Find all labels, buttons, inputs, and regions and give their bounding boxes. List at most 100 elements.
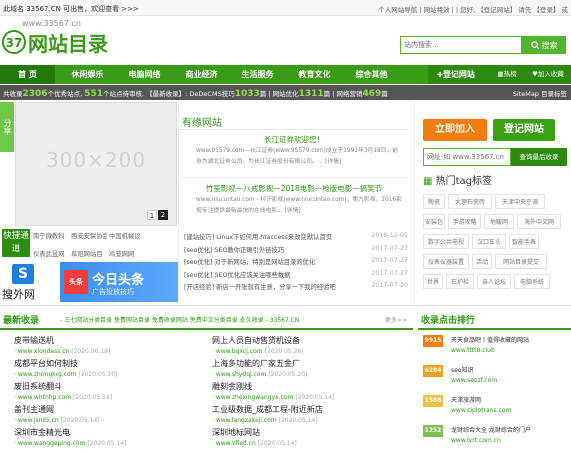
site-name[interactable]: 网上人员自动售货机设备 — [212, 335, 402, 346]
tag[interactable]: 海外中文网 — [517, 214, 561, 229]
ranking-site-name[interactable]: 龙财综合大全 龙财综合的门户 — [451, 425, 531, 434]
site-url-text[interactable]: www.langzakeji.com — [216, 417, 277, 424]
tag[interactable]: 陶瓷 — [423, 194, 445, 209]
site-url-text[interactable]: www.jsnil5.cn — [18, 417, 59, 424]
tag[interactable]: 电脑系统 — [514, 274, 550, 289]
site-url-text[interactable]: www.shydqj.com — [216, 371, 267, 378]
site-name[interactable]: 废旧系统翻斗 — [14, 381, 204, 392]
site-name[interactable]: 上海多功能的厂家五金厂 — [212, 358, 402, 369]
tag[interactable]: 智能手表 — [509, 234, 539, 249]
nav-item-life[interactable]: 生活服务 — [230, 65, 285, 84]
site-entry[interactable]: 深圳市金精光电 · www.wanggeping.com [2020.05.14… — [14, 427, 204, 447]
site-name[interactable]: 成都平台如何制技 — [14, 358, 204, 369]
nav-hot-link[interactable]: ▦热榜 — [494, 65, 520, 84]
nav-favorite-link[interactable]: ♥加入收藏 — [528, 65, 568, 84]
stats-right-links[interactable]: SiteMap 目录标签 — [513, 88, 567, 98]
register-site-button[interactable]: 登记网站 — [493, 119, 555, 141]
site-name[interactable]: 深圳地标网站 — [212, 427, 402, 438]
site-url-text[interactable]: www.wanggeping.com — [18, 440, 86, 447]
list-item-title[interactable]: [建站技巧] Linux下如何用.htaccess来改变默认首页 — [184, 232, 332, 241]
slide-dot-1[interactable]: 1 — [147, 210, 157, 220]
tag[interactable]: 世界 — [423, 274, 443, 289]
site-url-text[interactable]: www.whtnhp.com — [18, 394, 71, 401]
nav-item-entertainment[interactable]: 休闲娱乐 — [60, 65, 115, 84]
list-item[interactable]: [seo优化] SEO教你正确引外链技巧 2017-07-27 — [180, 243, 410, 256]
quick-link[interactable]: 鸡笼网网 — [109, 248, 145, 261]
nav-item-home[interactable]: 首 页 — [0, 65, 55, 84]
tag[interactable]: 活动 — [472, 254, 492, 269]
list-item-title[interactable]: [开店经验] 新店一开张就有生意，分享一下我的经验吧 — [184, 282, 336, 291]
site-entry[interactable]: 工业级数据_成都工程-附近新店 · www.langzakeji.com [20… — [212, 404, 402, 424]
rank-query-input[interactable] — [423, 148, 511, 166]
featured-article-title[interactable]: 竹笙影视—八戒影视—2018电影—枪版电影—搞笑节 — [180, 183, 408, 194]
site-name[interactable]: 盖刊主通网 — [14, 404, 204, 415]
nav-item-other[interactable]: 综合其他 — [344, 65, 399, 84]
site-url-text[interactable]: www.zhongkrg.com — [18, 371, 77, 378]
site-entry[interactable]: 雕刻金刚线 · www.zhexingwangye.com [2020.05.1… — [212, 381, 402, 401]
rank-query-button[interactable]: 查询最后收录 — [511, 148, 567, 166]
list-item[interactable]: [seo优化] SEO优化应该关注哪些数据 2017-07-27 — [180, 268, 410, 281]
site-name[interactable]: 工业级数据_成都工程-附近新店 — [212, 404, 402, 415]
slide-dot-2[interactable]: 2 — [158, 210, 168, 220]
site-entry[interactable]: 深圳地标网站 · www.vfled.cn [2020.05.14] — [212, 427, 402, 447]
toutiao-ad[interactable]: 头条 今日头条 广告投放技巧 — [60, 262, 178, 302]
quick-link[interactable]: 阜阳网站目 — [71, 248, 107, 261]
tag[interactable]: 汉口车头 — [472, 234, 506, 249]
site-entry[interactable]: 皮带输送机 · www.xiondass.cn [2020.06.18] — [14, 335, 204, 355]
featured-article-title[interactable]: 长江证券欢迎您！ — [180, 134, 408, 145]
tag[interactable]: 亲人论坛 — [477, 274, 511, 289]
nav-register-link[interactable]: ✚登记网站 — [432, 65, 480, 84]
list-item-title[interactable]: [seo优化] SEO教你正确引外链技巧 — [184, 245, 284, 254]
site-url-text[interactable]: www.zhexingwangye.com — [216, 394, 294, 401]
stats-tail[interactable]: 【最新收录】: DeDeCMS技巧 — [146, 90, 235, 98]
ranking-site-url[interactable]: www.seozf.com — [451, 377, 497, 384]
site-url-text[interactable]: www.xiondass.cn — [18, 348, 70, 355]
site-url-text[interactable]: www.bqxcj.com — [216, 348, 263, 355]
tag[interactable]: 数字公共电视 — [423, 234, 469, 249]
ranking-site-name[interactable]: 天津旅游网 — [451, 395, 481, 404]
ranking-site-name[interactable]: 天天食品吧丨值得收藏的网站 — [451, 335, 529, 344]
tag[interactable]: 地暖网 — [484, 214, 514, 229]
banner-slider[interactable]: 300×200 — [15, 102, 177, 226]
list-item-title[interactable]: [seo优化] SEO优化应该关注哪些数据 — [184, 270, 290, 279]
site-entry[interactable]: 网上人员自动售货机设备 · www.bqxcj.com [2020.05.26] — [212, 335, 402, 355]
site-name[interactable]: 深圳市金精光电 — [14, 427, 204, 438]
more-link[interactable]: 更多>> — [385, 315, 407, 324]
tag[interactable]: 石护栏 — [446, 274, 474, 289]
sohu-ad[interactable]: S 搜外网 — [2, 262, 52, 302]
domain-sale-notice[interactable]: 此域名 33567.CN 可出售，欢迎查看 >>> — [3, 4, 139, 14]
quick-link[interactable]: 中国机械设 — [109, 230, 145, 243]
tag[interactable]: 仪表仪器装置 — [423, 254, 469, 269]
ranking-site-url[interactable]: www.tttt8.club — [451, 347, 495, 354]
search-input[interactable] — [400, 36, 522, 54]
site-entry[interactable]: 废旧系统翻斗 · www.whtnhp.com [2020.05.14] — [14, 381, 204, 401]
site-url-text[interactable]: www.vfled.cn — [216, 440, 256, 447]
tag[interactable]: 大理石瓷砖 — [448, 194, 492, 209]
site-entry[interactable]: 上海多功能的厂家五金厂 · www.shydqj.com [2020.05.20… — [212, 358, 402, 378]
quick-link[interactable]: 西安安保协会 — [71, 230, 107, 243]
list-item[interactable]: [开店经验] 新店一开张就有生意，分享一下我的经验吧 2017-07-20 — [180, 280, 410, 293]
list-item[interactable]: [建站技巧] Linux下如何用.htaccess来改变默认首页 2018-12-… — [180, 230, 410, 243]
share-tab[interactable]: 分享 — [0, 102, 14, 152]
list-item[interactable]: [seo优化] 对于新网站，特别是网站目录的优化 2017-07-27 — [180, 255, 410, 268]
site-entry[interactable]: 成都平台如何制技 · www.zhongkrg.com [2020.05.20] — [14, 358, 204, 378]
quick-link[interactable]: 仪表武昱网 — [33, 248, 69, 261]
nav-item-education[interactable]: 教育文化 — [287, 65, 342, 84]
search-button[interactable]: 搜索 — [522, 36, 566, 54]
site-name[interactable]: 皮带输送机 — [14, 335, 204, 346]
ranking-site-url[interactable]: www.ciplotrans.com — [451, 407, 511, 414]
tag[interactable]: 安装包 — [423, 214, 445, 229]
tag[interactable]: 手游攻略 — [448, 214, 481, 229]
quick-link[interactable]: 南宁微教科 — [33, 230, 69, 243]
list-item-title[interactable]: [seo优化] 对于新网站，特别是网站目录的优化 — [184, 257, 315, 266]
nav-item-business[interactable]: 商业经济 — [174, 65, 229, 84]
tag[interactable]: 网站目录提交 — [495, 254, 547, 269]
ranking-site-url[interactable]: www.lyrt.com.cn — [451, 437, 501, 444]
top-links[interactable]: 个人网站导航 | 网站特效 | | 您好, 【登记网站】 请先 【登录】 或 — [378, 4, 568, 14]
site-entry[interactable]: 盖刊主通网 · www.jsnil5.cn [2020.05.14] — [14, 404, 204, 424]
site-name[interactable]: 雕刻金刚线 — [212, 381, 402, 392]
tag[interactable]: 天津中央空调 — [495, 194, 545, 209]
join-button[interactable]: 立即加入 — [423, 119, 487, 141]
nav-item-computer[interactable]: 电脑网络 — [117, 65, 172, 84]
ranking-site-name[interactable]: seo知识 — [451, 365, 474, 374]
